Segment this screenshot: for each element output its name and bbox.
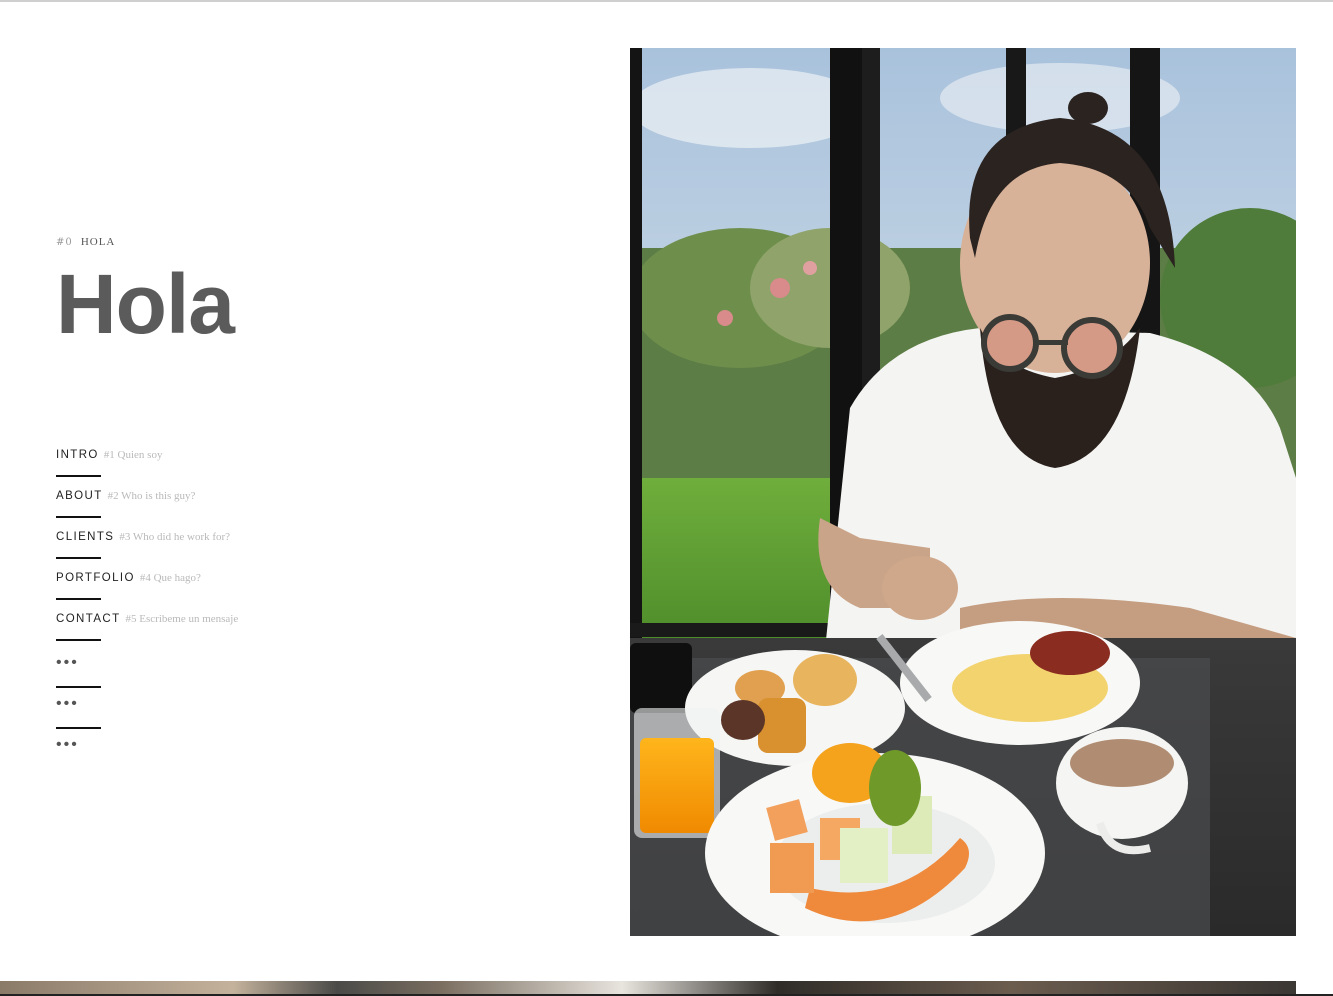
- nav-underline: [56, 686, 101, 688]
- nav-subtitle: #2 Who is this guy?: [107, 490, 196, 502]
- nav-subtitle: #5 Escribeme un mensaje: [125, 613, 239, 625]
- nav-subtitle: #4 Que hago?: [139, 572, 201, 584]
- top-rule: [0, 0, 1333, 2]
- nav-item-more-1[interactable]: •••: [56, 654, 356, 695]
- nav-item-portfolio[interactable]: PORTFOLIO #4 Que hago?: [56, 572, 356, 613]
- section-tag: #0 HOLA: [56, 236, 115, 248]
- section-label: HOLA: [80, 236, 116, 248]
- nav-subtitle: #3 Who did he work for?: [119, 531, 231, 543]
- main-nav: INTRO #1 Quien soy ABOUT #2 Who is this gu…: [56, 449, 356, 777]
- nav-item-contact[interactable]: CONTACT #5 Escribeme un mensaje: [56, 613, 356, 654]
- nav-underline: [56, 475, 101, 477]
- nav-label: CONTACT: [56, 613, 121, 625]
- nav-subtitle: #1 Quien soy: [103, 449, 163, 461]
- nav-item-about[interactable]: ABOUT #2 Who is this guy?: [56, 490, 356, 531]
- more-dots-icon: •••: [56, 736, 79, 753]
- breakfast-photo-illustration: [630, 48, 1296, 936]
- hero-photo: [630, 48, 1296, 936]
- nav-underline: [56, 598, 101, 600]
- nav-underline: [56, 516, 101, 518]
- nav-item-intro[interactable]: INTRO #1 Quien soy: [56, 449, 356, 490]
- page-title: Hola: [56, 257, 235, 351]
- nav-label: ABOUT: [56, 490, 103, 502]
- section-number: #0: [56, 237, 73, 248]
- nav-label: CLIENTS: [56, 531, 115, 543]
- nav-item-clients[interactable]: CLIENTS #3 Who did he work for?: [56, 531, 356, 572]
- nav-label: PORTFOLIO: [56, 572, 135, 584]
- more-dots-icon: •••: [56, 654, 79, 671]
- nav-underline: [56, 727, 101, 729]
- nav-underline: [56, 639, 101, 641]
- nav-underline: [56, 557, 101, 559]
- nav-item-more-2[interactable]: •••: [56, 695, 356, 736]
- more-dots-icon: •••: [56, 695, 79, 712]
- nav-item-more-3[interactable]: •••: [56, 736, 356, 777]
- nav-label: INTRO: [56, 449, 99, 461]
